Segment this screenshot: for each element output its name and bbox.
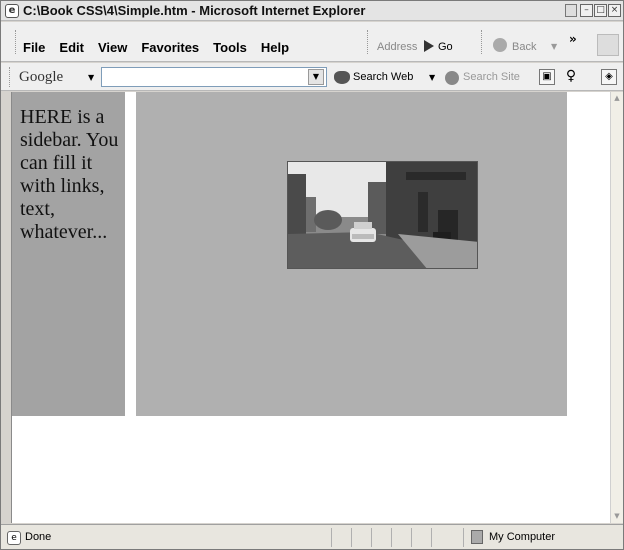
menu-favorites[interactable]: Favorites <box>141 40 199 55</box>
google-menu-dropdown-icon[interactable]: ▼ <box>88 73 94 82</box>
toolbar-overflow-chevron[interactable]: » <box>569 32 577 46</box>
binoculars-icon[interactable] <box>334 71 350 84</box>
google-toolbar: Google ▼ ▼ Search Web ▼ Search Site ▣ ♀ … <box>1 63 623 91</box>
windows-logo-icon <box>597 34 619 56</box>
go-arrow-icon[interactable] <box>424 40 434 52</box>
google-search-input[interactable] <box>101 67 327 87</box>
options-icon[interactable]: ◈ <box>601 69 617 85</box>
ie-icon: e <box>5 4 19 18</box>
toolbar-toggle-icon[interactable] <box>565 4 577 17</box>
pagerank-icon[interactable]: ▣ <box>539 69 555 85</box>
window-frame-left <box>1 92 12 523</box>
window-title: C:\Book CSS\4\Simple.htm - Microsoft Int… <box>23 3 366 18</box>
back-arrow-icon[interactable] <box>493 38 507 52</box>
browser-window: e C:\Book CSS\4\Simple.htm - Microsoft I… <box>0 0 624 550</box>
menu-file[interactable]: File <box>23 40 45 55</box>
highlight-icon[interactable]: ♀ <box>563 69 579 85</box>
search-site-icon[interactable] <box>445 71 459 85</box>
status-bar: e Done My Computer <box>1 524 623 549</box>
toolbar-grip[interactable] <box>15 30 18 54</box>
search-site-button[interactable]: Search Site <box>463 71 520 83</box>
close-button[interactable]: × <box>608 4 621 17</box>
status-divider <box>411 528 412 547</box>
sidebar-text: HERE is a sidebar. You can fill it with … <box>20 106 119 243</box>
menu-tools[interactable]: Tools <box>213 40 247 55</box>
status-divider <box>431 528 432 547</box>
menu-view[interactable]: View <box>98 40 127 55</box>
address-grip[interactable] <box>367 30 370 54</box>
google-grip[interactable] <box>9 67 12 87</box>
search-web-button[interactable]: Search Web <box>353 71 413 83</box>
security-zone-label: My Computer <box>489 531 556 543</box>
menu-items: File Edit View Favorites Tools Help <box>23 40 303 55</box>
minimize-button[interactable]: – <box>580 4 593 17</box>
status-divider <box>351 528 352 547</box>
status-divider <box>371 528 372 547</box>
vertical-scrollbar[interactable]: ▲ ▼ <box>610 92 623 523</box>
window-controls: – □ × <box>579 4 621 18</box>
street-photo <box>287 161 478 269</box>
google-logo[interactable]: Google <box>19 69 63 86</box>
page-status-icon: e <box>7 531 21 545</box>
back-button[interactable]: Back <box>512 41 536 53</box>
go-button[interactable]: Go <box>438 41 453 53</box>
menu-bar: File Edit View Favorites Tools Help Address G… <box>1 22 623 62</box>
status-divider <box>391 528 392 547</box>
menu-edit[interactable]: Edit <box>59 40 84 55</box>
page-content: HERE is a sidebar. You can fill it with … <box>12 92 610 523</box>
computer-icon <box>471 530 483 544</box>
search-web-dropdown-icon[interactable]: ▼ <box>429 73 435 82</box>
status-text: Done <box>25 531 52 543</box>
back-dropdown-icon[interactable]: ▼ <box>551 42 557 51</box>
search-history-dropdown[interactable]: ▼ <box>308 69 324 85</box>
status-divider <box>331 528 332 547</box>
street-photo-image <box>288 162 477 268</box>
status-divider <box>463 528 464 547</box>
scroll-up-arrow[interactable]: ▲ <box>611 92 623 105</box>
menu-help[interactable]: Help <box>261 40 289 55</box>
title-bar: e C:\Book CSS\4\Simple.htm - Microsoft I… <box>1 1 623 21</box>
maximize-button[interactable]: □ <box>594 4 607 17</box>
address-label[interactable]: Address <box>377 41 417 53</box>
sidebar: HERE is a sidebar. You can fill it with … <box>12 92 125 416</box>
nav-grip[interactable] <box>481 30 484 54</box>
main-content-box <box>136 92 567 416</box>
scroll-down-arrow[interactable]: ▼ <box>611 510 623 523</box>
